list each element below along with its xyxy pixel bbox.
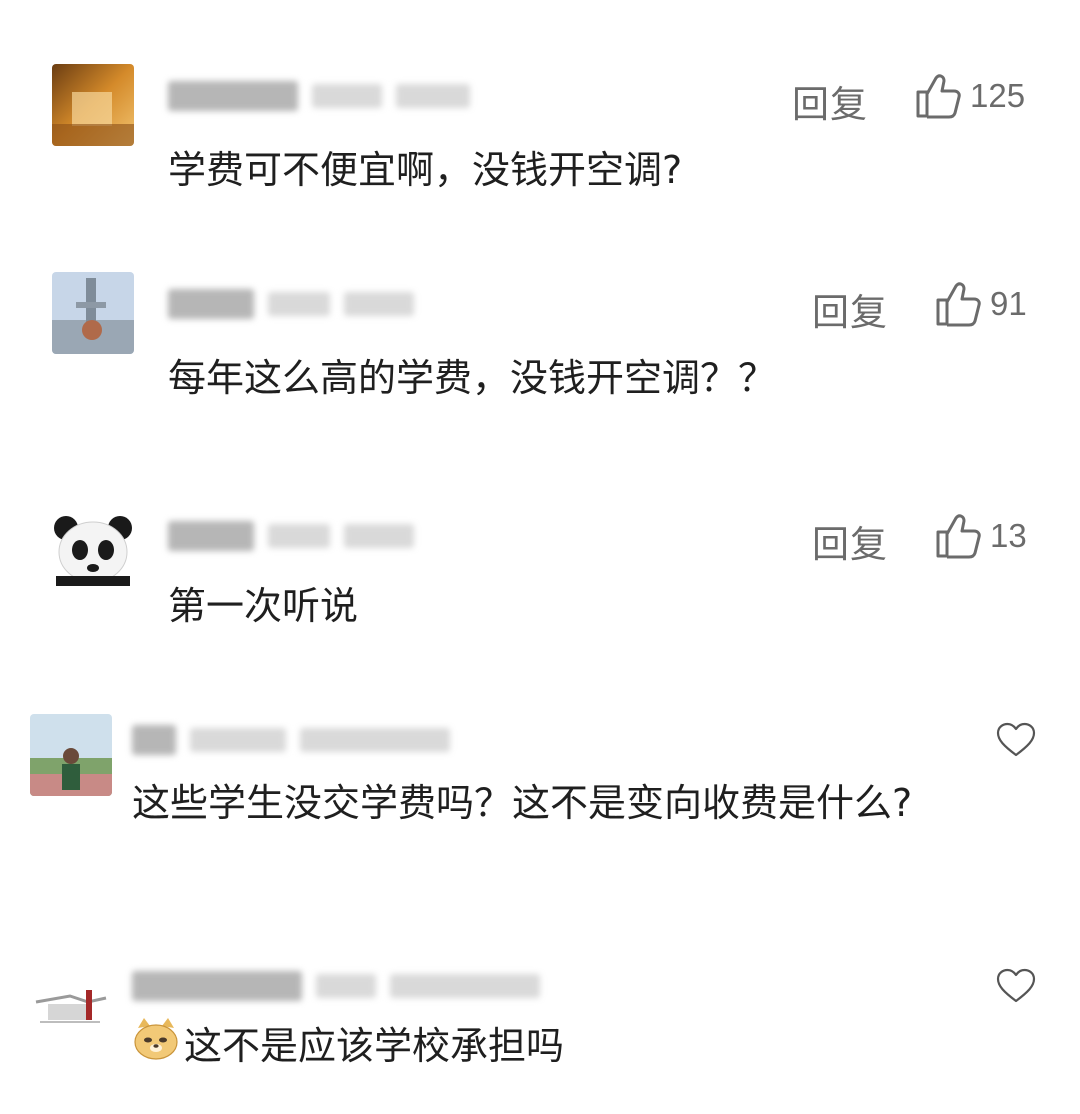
avatar[interactable]	[52, 506, 134, 588]
avatar[interactable]	[30, 962, 112, 1044]
like-count: 125	[970, 77, 1026, 114]
like-button[interactable]: 125	[912, 70, 1025, 122]
panda-avatar-icon	[52, 506, 134, 588]
heart-like-button[interactable]	[996, 722, 1036, 762]
comment-text: 这不是应该学校承担吗	[184, 1024, 565, 1068]
heart-like-button[interactable]	[996, 968, 1036, 1008]
doge-emoji-icon	[132, 1009, 180, 1089]
like-button[interactable]: 91	[932, 278, 1027, 330]
like-button[interactable]: 13	[932, 510, 1027, 562]
username-blurred[interactable]	[168, 286, 414, 322]
like-count: 13	[990, 517, 1027, 554]
reply-button[interactable]: 回复	[792, 74, 868, 128]
person-photo-avatar-icon	[30, 714, 112, 796]
thumbs-up-icon	[916, 74, 961, 119]
thumbs-up-icon	[936, 514, 981, 559]
heart-icon	[996, 968, 1036, 1003]
username-blurred[interactable]	[168, 78, 470, 114]
comment-item: 回复 125 学费可不便宜啊，没钱开空调?	[0, 0, 1080, 230]
orange-photo-avatar-icon	[52, 64, 134, 146]
reply-button[interactable]: 回复	[812, 282, 888, 336]
comment-text: 第一次听说	[168, 584, 359, 628]
username-blurred[interactable]	[132, 968, 540, 1004]
sketch-avatar-icon	[30, 962, 112, 1044]
reply-button[interactable]: 回复	[812, 514, 888, 568]
thumbs-up-icon	[936, 282, 981, 327]
like-count: 91	[990, 285, 1027, 322]
username-blurred[interactable]	[168, 518, 414, 554]
avatar[interactable]	[30, 714, 112, 796]
avatar[interactable]	[52, 272, 134, 354]
comment-text: 这些学生没交学费吗？这不是变向收费是什么?	[132, 781, 913, 825]
comment-text-row: 这不是应该学校承担吗	[132, 1006, 564, 1089]
username-blurred[interactable]	[132, 722, 450, 758]
comment-text: 学费可不便宜啊，没钱开空调?	[168, 148, 683, 192]
avatar[interactable]	[52, 64, 134, 146]
comment-text: 每年这么高的学费，没钱开空调？？	[168, 356, 777, 400]
tower-photo-avatar-icon	[52, 272, 134, 354]
heart-icon	[996, 722, 1036, 757]
